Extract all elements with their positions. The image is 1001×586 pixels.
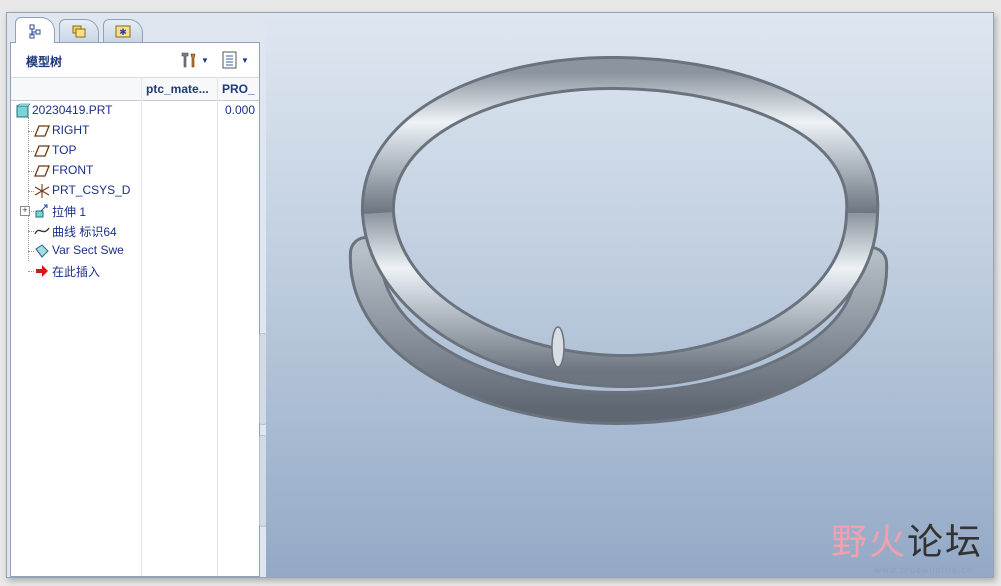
navigator-tabs: ✱ — [15, 17, 255, 43]
tree-label: 拉伸 1 — [52, 205, 87, 219]
tab-favorites[interactable]: ✱ — [103, 19, 143, 42]
tab-model-tree[interactable] — [15, 17, 55, 43]
tree-label: Var Sect Swe — [52, 243, 124, 257]
insert-arrow-icon — [36, 265, 48, 277]
tree-label: 曲线 标识64 — [52, 225, 117, 239]
tree-row[interactable]: + 拉伸 1 — [11, 201, 259, 221]
folders-icon — [72, 25, 86, 38]
svg-text:✱: ✱ — [119, 27, 127, 37]
column-header-row: ptc_mate... PRO_ — [11, 77, 259, 101]
tree-row[interactable]: 在此插入 — [11, 261, 259, 281]
tree-row[interactable]: RIGHT — [11, 121, 259, 141]
datum-plane-icon — [34, 165, 50, 177]
tree-label: 20230419.PRT — [32, 103, 113, 117]
app-window: ✱ 模型树 ▼ ▼ ptc_mate... PRO_ 20230419.PRT … — [6, 12, 994, 578]
watermark-url: www.proewildfire.cn — [874, 565, 973, 575]
spring-coil-model — [348, 55, 889, 426]
datum-plane-icon — [34, 125, 50, 137]
tree-row[interactable]: PRT_CSYS_D — [11, 181, 259, 201]
column-header[interactable]: PRO_ — [217, 78, 264, 100]
datum-plane-icon — [34, 145, 50, 157]
tree-label: 在此插入 — [52, 265, 101, 279]
tree-row[interactable]: TOP — [11, 141, 259, 161]
tree-row[interactable]: FRONT — [11, 161, 259, 181]
watermark-text: 论坛 — [906, 522, 983, 563]
tree-header: 模型树 ▼ ▼ — [11, 43, 259, 77]
tree-label: PRT_CSYS_D — [52, 183, 131, 197]
watermark-logo: 野火论坛 — [831, 513, 983, 565]
model-tree-panel: 模型树 ▼ ▼ ptc_mate... PRO_ 20230419.PRT 0.… — [10, 42, 260, 577]
curve-icon — [34, 227, 50, 235]
extrude-icon — [35, 204, 48, 218]
tab-folder-browser[interactable] — [59, 19, 99, 42]
watermark-text: 野火 — [830, 522, 907, 563]
navigator-panel: ✱ 模型树 ▼ ▼ ptc_mate... PRO_ 20230419.PRT … — [7, 13, 267, 577]
list-icon — [222, 51, 237, 69]
tree-icon — [29, 24, 41, 38]
tree-row[interactable]: Var Sect Swe — [11, 241, 259, 261]
graphics-viewport[interactable]: 野火论坛 www.proewildfire.cn — [266, 13, 993, 577]
tree-row[interactable]: 曲线 标识64 — [11, 221, 259, 241]
tree-label: TOP — [52, 143, 77, 157]
tree-show-button[interactable]: ▼ — [221, 49, 249, 71]
tools-icon — [181, 52, 196, 68]
tree-value: 0.000 — [224, 103, 255, 117]
chevron-down-icon: ▼ — [241, 55, 249, 65]
column-header[interactable]: ptc_mate... — [141, 78, 216, 100]
star-folder-icon: ✱ — [115, 25, 131, 38]
tree-title: 模型树 — [26, 55, 63, 69]
part-icon — [16, 103, 31, 118]
chevron-down-icon: ▼ — [201, 55, 209, 65]
tree-label: FRONT — [52, 163, 94, 177]
tree-label: RIGHT — [52, 123, 90, 137]
tree-row[interactable]: 20230419.PRT 0.000 — [11, 101, 259, 121]
csys-icon — [34, 184, 50, 198]
sweep-icon — [35, 244, 49, 258]
tree-settings-button[interactable]: ▼ — [179, 49, 209, 71]
